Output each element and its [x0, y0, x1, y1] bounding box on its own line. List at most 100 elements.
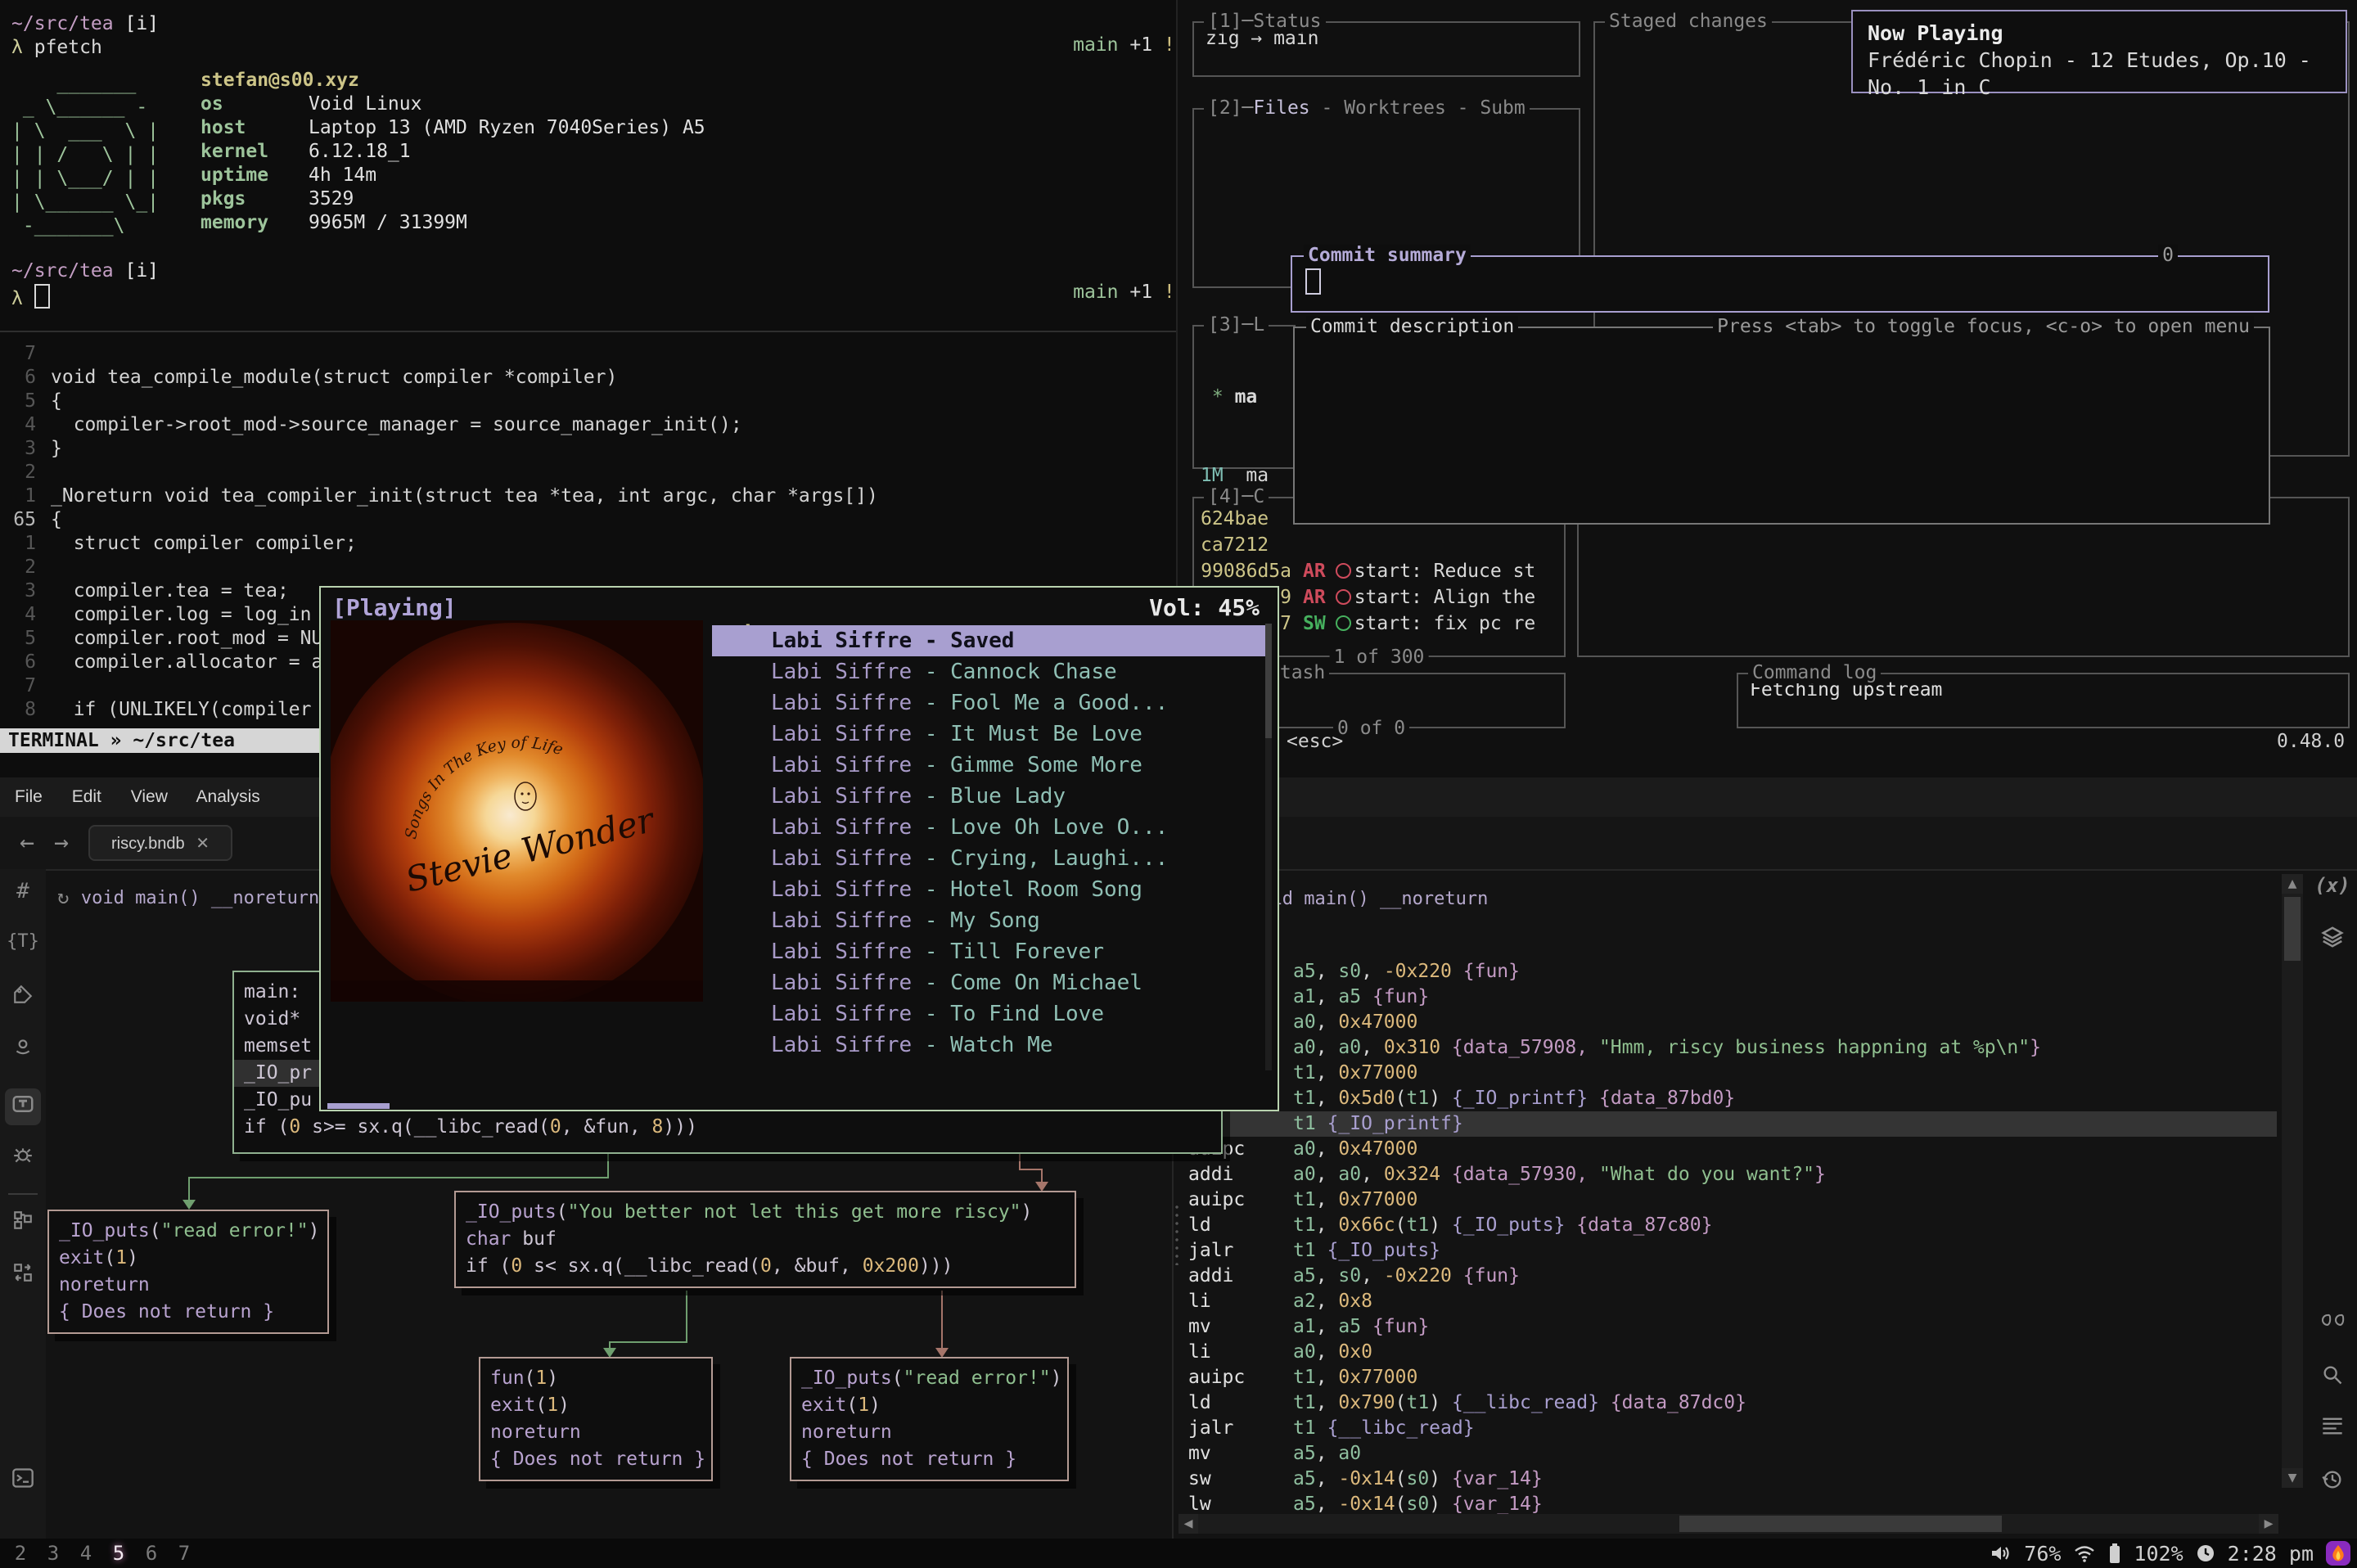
disasm-row[interactable]: mva5, a0 [1188, 1441, 2277, 1467]
disasm-row[interactable]: lia2, 0x8 [1188, 1289, 2277, 1314]
log-tag: 1M [1201, 465, 1224, 486]
graph-node-fun[interactable]: fun(1)exit(1)noreturn{ Does not return } [479, 1357, 713, 1481]
menu-edit[interactable]: Edit [72, 787, 101, 806]
variables-icon[interactable]: (x) [2310, 874, 2355, 897]
playlist-item[interactable]: Labi Siffre - It Must Be Love [712, 719, 1267, 750]
disasm-row[interactable]: lia0, 0x0 [1188, 1340, 2277, 1365]
disasm-row[interactable]: swa5, -0x14(s0) {var_14} [1188, 1467, 2277, 1492]
text-view-icon[interactable] [5, 1088, 41, 1125]
box-title: Staged changes [1605, 11, 1772, 32]
workspace-5[interactable]: 5 [108, 1539, 129, 1568]
playlist-item[interactable]: Labi Siffre - Fool Me a Good... [712, 687, 1267, 719]
graph-node-read-error-2[interactable]: _IO_puts("read error!")exit(1)noreturn{ … [790, 1357, 1069, 1481]
vertical-scrollbar[interactable]: ▲ ▼ [2282, 874, 2303, 1488]
playlist-scrollbar[interactable] [1265, 624, 1272, 1070]
speaker-icon[interactable] [1990, 1543, 2012, 1563]
search-icon[interactable] [2310, 1363, 2355, 1391]
terminal-panel-icon[interactable] [0, 1467, 46, 1494]
playlist-item[interactable]: Labi Siffre - Saved [712, 625, 1267, 656]
disasm-row[interactable]: auipct1, 0x77000 [1188, 1061, 2277, 1086]
graph-node-riscy[interactable]: _IO_puts("You better not let this get mo… [454, 1191, 1076, 1288]
workspace-3[interactable]: 3 [43, 1539, 64, 1568]
tag-icon[interactable] [0, 984, 46, 1011]
menu-file[interactable]: File [15, 787, 43, 806]
scrollbar-thumb[interactable] [1679, 1516, 2002, 1532]
types-icon[interactable]: {T} [0, 931, 46, 952]
symbols-icon[interactable]: # [0, 879, 46, 903]
commit-description-popup[interactable]: Commit description Press <tab> to toggle… [1293, 327, 2270, 525]
gitui-log-box[interactable]: [3]─L * ma 1M ma [1192, 325, 1296, 469]
summary-char-count: 0 [2158, 245, 2178, 266]
cross-ref-icon[interactable] [0, 1262, 46, 1289]
refresh-icon[interactable]: ↻ [57, 885, 81, 908]
gitui-status-box[interactable]: [1]─Status zig → main [1192, 21, 1580, 77]
workspace-4[interactable]: 4 [75, 1539, 97, 1568]
menu-analysis[interactable]: Analysis [196, 787, 260, 806]
commit-summary-popup[interactable]: Commit summary 0 [1291, 255, 2269, 313]
disasm-row[interactable]: jalrt1 {_IO_puts} [1188, 1238, 2277, 1264]
bug-icon[interactable] [0, 1144, 46, 1171]
menu-view[interactable]: View [131, 787, 168, 806]
layers-icon[interactable] [2310, 925, 2355, 954]
playlist-item[interactable]: Labi Siffre - Watch Me [712, 1030, 1267, 1061]
location-pin-icon[interactable] [0, 1036, 46, 1063]
scroll-up-icon[interactable]: ▲ [2282, 874, 2303, 894]
disasm-row[interactable]: mva1, a5 {fun} [1188, 985, 2277, 1010]
workspace-6[interactable]: 6 [141, 1539, 162, 1568]
disasm-row[interactable]: auipct1, 0x77000 [1188, 1187, 2277, 1213]
disasm-row[interactable]: ldt1, 0x5d0(t1) {_IO_printf} {data_87bd0… [1188, 1086, 2277, 1111]
tab-riscy-bndb[interactable]: riscy.bndb ✕ [88, 825, 232, 861]
playlist-item[interactable]: Labi Siffre - Blue Lady [712, 781, 1267, 812]
workspace-7[interactable]: 7 [174, 1539, 195, 1568]
commit-row[interactable]: 99086d5aARstart: Reduce st [1201, 558, 1535, 584]
strings-icon[interactable] [2310, 1311, 2355, 1337]
scrollbar-thumb[interactable] [1265, 624, 1272, 738]
playlist-item[interactable]: Labi Siffre - My Song [712, 905, 1267, 936]
disasm-row[interactable]: ldt1, 0x66c(t1) {_IO_puts} {data_87c80} [1188, 1213, 2277, 1238]
disasm-row[interactable]: addia0, a0, 0x324 {data_57930, "What do … [1188, 1162, 2277, 1187]
breadcrumb[interactable]: ↻ void main() __noreturn [57, 885, 319, 908]
tab-close-icon[interactable]: ✕ [196, 835, 210, 853]
back-arrow-icon[interactable]: ← [20, 817, 34, 869]
horizontal-scrollbar[interactable]: ◀ ▶ [1178, 1514, 2278, 1534]
playlist-item[interactable]: Labi Siffre - Cannock Chase [712, 656, 1267, 687]
tray-app-flame-icon[interactable] [2326, 1541, 2350, 1566]
disasm-row[interactable]: auipct1, 0x77000 [1188, 1365, 2277, 1390]
system-tray: 76% 102% 2:28 pm [1990, 1539, 2350, 1568]
history-clock-icon[interactable] [2310, 1468, 2355, 1496]
splitter-handle[interactable] [1174, 1203, 1180, 1265]
playlist-item[interactable]: Labi Siffre - Till Forever [712, 936, 1267, 967]
workspace-2[interactable]: 2 [10, 1539, 31, 1568]
disasm-row[interactable]: addia0, a0, 0x310 {data_57908, "Hmm, ris… [1188, 1035, 2277, 1061]
scroll-down-icon[interactable]: ▼ [2282, 1468, 2303, 1488]
playlist-item[interactable]: Labi Siffre - Hotel Room Song [712, 874, 1267, 905]
log-lines-icon[interactable] [2310, 1416, 2355, 1440]
disasm-row[interactable]: mva1, a5 {fun} [1188, 1314, 2277, 1340]
function-signature: void main() __noreturn [81, 888, 319, 908]
playlist-item[interactable]: Labi Siffre - To Find Love [712, 998, 1267, 1030]
disasm-row[interactable]: addia5, s0, -0x220 {fun} [1188, 1264, 2277, 1289]
playlist-item[interactable]: Labi Siffre - Crying, Laughi... [712, 843, 1267, 874]
disasm-row[interactable]: addia5, s0, -0x220 {fun} [1188, 959, 2277, 985]
scrollbar-thumb[interactable] [2284, 897, 2301, 961]
prompt-cursor-line[interactable]: λ [11, 284, 50, 309]
playlist-item[interactable]: Labi Siffre - Gimme Some More [712, 750, 1267, 781]
forward-arrow-icon[interactable]: → [54, 817, 69, 869]
disasm-row[interactable]: t1 {_IO_printf} [1176, 1111, 2277, 1137]
disassembly-listing[interactable]: addia5, s0, -0x220 {fun}mva1, a5 {fun}au… [1188, 959, 2277, 1517]
wifi-icon[interactable] [2073, 1543, 2096, 1563]
now-playing-notification[interactable]: Now Playing Frédéric Chopin - 12 Etudes,… [1851, 10, 2347, 93]
playlist-item[interactable]: Labi Siffre - Come On Michael [712, 967, 1267, 998]
disasm-row[interactable]: auipca0, 0x47000 [1188, 1010, 2277, 1035]
disasm-row[interactable]: jalrt1 {__libc_read} [1188, 1416, 2277, 1441]
track-progress-bar[interactable] [327, 1103, 390, 1109]
disasm-row[interactable]: ldt1, 0x790(t1) {__libc_read} {data_87dc… [1188, 1390, 2277, 1416]
status-bar: 234567 76% 102% 2:28 pm [0, 1539, 2357, 1568]
scroll-left-icon[interactable]: ◀ [1178, 1514, 1198, 1534]
graph-node-read-error[interactable]: _IO_puts("read error!")exit(1)noreturn{ … [47, 1210, 329, 1334]
disasm-row[interactable]: auipca0, 0x47000 [1188, 1137, 2277, 1162]
graph-hierarchy-icon[interactable] [0, 1210, 46, 1237]
battery-icon[interactable] [2108, 1543, 2121, 1564]
playlist-item[interactable]: Labi Siffre - Love Oh Love O... [712, 812, 1267, 843]
scroll-right-icon[interactable]: ▶ [2259, 1514, 2278, 1534]
